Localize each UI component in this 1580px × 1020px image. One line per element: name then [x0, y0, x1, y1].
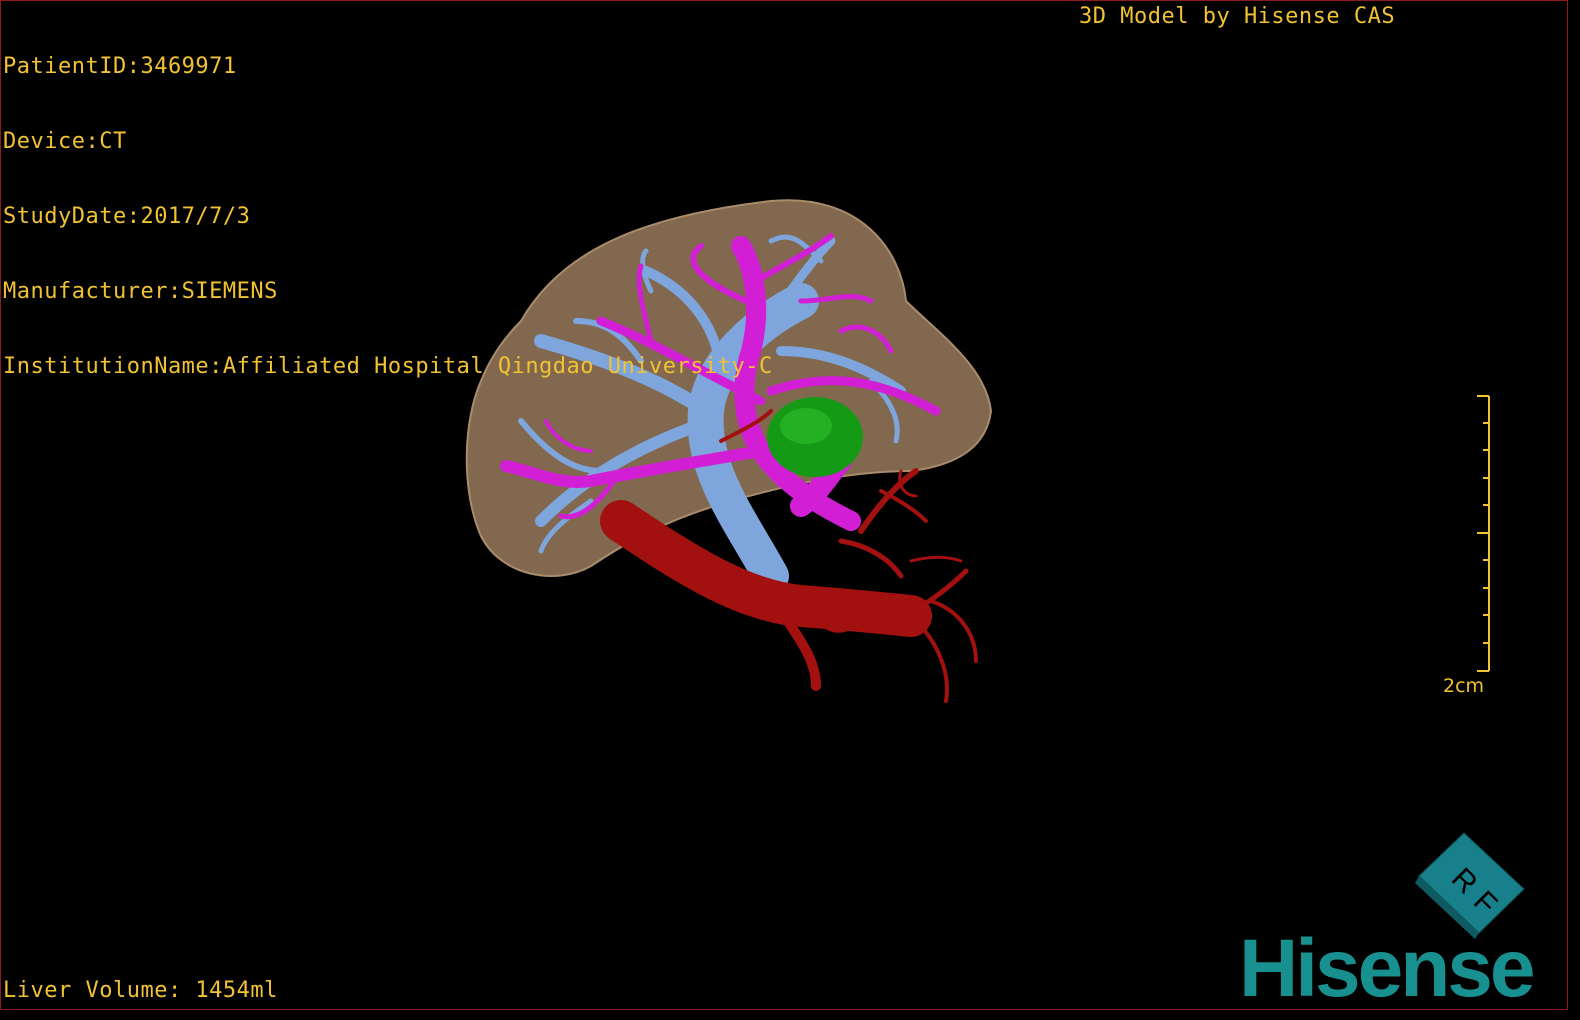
institution-name: InstitutionName:Affiliated Hospital Qing…: [3, 354, 773, 379]
3d-viewport[interactable]: PatientID:3469971 Device:CT StudyDate:20…: [0, 0, 1568, 1010]
tumor: [767, 397, 863, 477]
device: Device:CT: [3, 129, 127, 154]
scale-bar: [1477, 395, 1490, 672]
model-credit: 3D Model by Hisense CAS: [1079, 4, 1396, 29]
scale-label: 2cm: [1443, 675, 1485, 697]
hisense-logo: Hisense: [1239, 923, 1536, 1010]
study-date: StudyDate:2017/7/3: [3, 204, 251, 229]
liver-volume: Liver Volume: 1454ml: [3, 978, 278, 1003]
patient-id: PatientID:3469971: [3, 54, 237, 79]
dicom-info-overlay: PatientID:3469971 Device:CT StudyDate:20…: [3, 4, 773, 429]
manufacturer: Manufacturer:SIEMENS: [3, 279, 278, 304]
